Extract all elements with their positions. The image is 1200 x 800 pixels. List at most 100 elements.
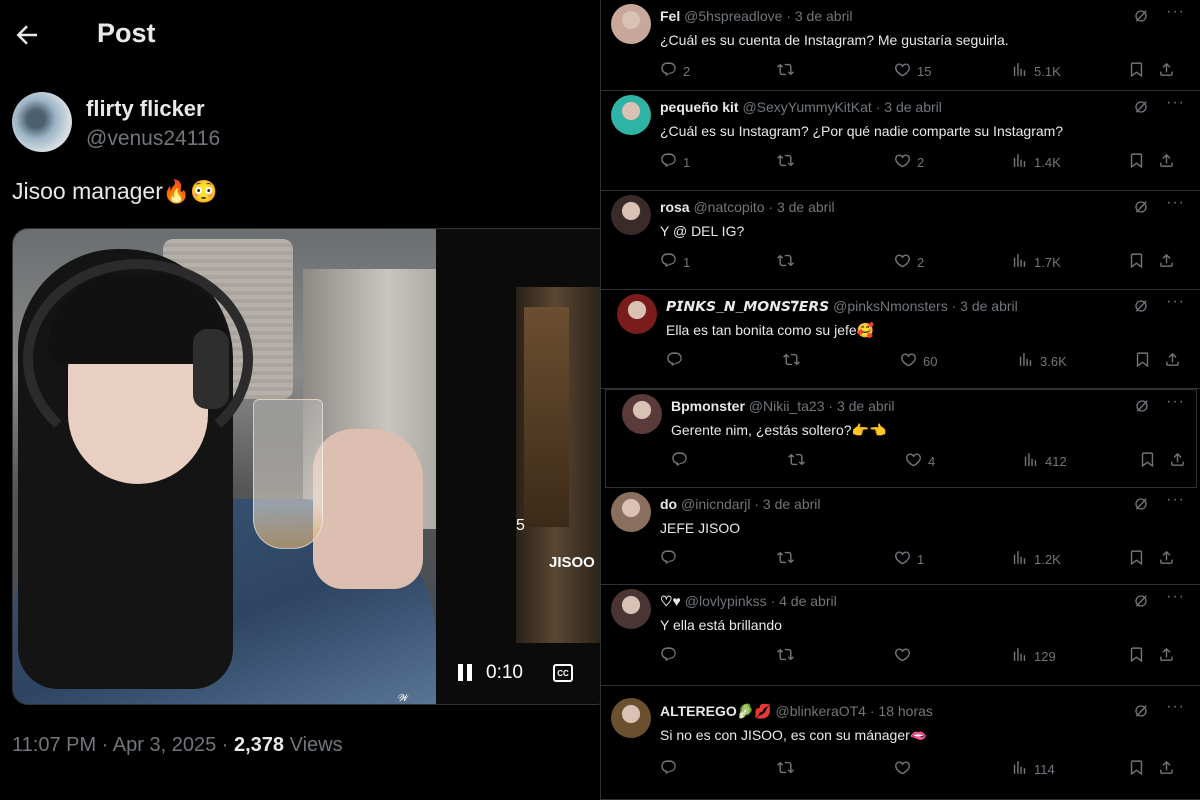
- like-button[interactable]: 2: [894, 152, 924, 172]
- more-icon[interactable]: ···: [1166, 393, 1185, 411]
- repost-button[interactable]: [777, 61, 800, 81]
- views-button[interactable]: 114: [1011, 759, 1055, 779]
- share-button[interactable]: [1158, 152, 1175, 172]
- reply-author-handle[interactable]: @5hspreadlove: [684, 8, 782, 24]
- bookmark-button[interactable]: [1128, 759, 1145, 779]
- reply-button[interactable]: 1: [660, 252, 690, 272]
- reply-button[interactable]: [666, 351, 689, 371]
- reply-avatar[interactable]: [611, 589, 651, 629]
- reply-item[interactable]: 𝙋𝙄𝙉𝙆𝙎_𝙉_𝙈𝙊𝙉𝙎𝟕𝙀𝙍𝙎 @pinksNmonsters · 3 de …: [601, 290, 1200, 389]
- reply-author-name[interactable]: ALTEREGO🥬💋: [660, 703, 772, 719]
- like-button[interactable]: 1: [894, 549, 924, 569]
- reply-button[interactable]: 1: [660, 152, 690, 172]
- reply-date[interactable]: 3 de abril: [795, 8, 853, 24]
- reply-date[interactable]: 3 de abril: [777, 199, 835, 215]
- reply-avatar[interactable]: [611, 4, 651, 44]
- grok-icon[interactable]: [1133, 496, 1149, 512]
- share-button[interactable]: [1169, 451, 1186, 471]
- reply-item[interactable]: ALTEREGO🥬💋 @blinkeraOT4 · 18 horas ··· S…: [601, 686, 1200, 800]
- grok-icon[interactable]: [1133, 8, 1149, 24]
- repost-button[interactable]: [783, 351, 806, 371]
- video-preview[interactable]: 5 JISOO: [516, 287, 600, 643]
- grok-icon[interactable]: [1134, 398, 1150, 414]
- more-icon[interactable]: ···: [1166, 491, 1185, 509]
- reply-avatar[interactable]: [611, 195, 651, 235]
- views-button[interactable]: 5.1K: [1011, 61, 1061, 81]
- like-button[interactable]: [894, 759, 917, 779]
- reply-author-handle[interactable]: @lovlypinkss: [685, 593, 767, 609]
- like-button[interactable]: 2: [894, 252, 924, 272]
- reply-author-handle[interactable]: @inicndarjl: [681, 496, 750, 512]
- reply-date[interactable]: 4 de abril: [779, 593, 837, 609]
- reply-button[interactable]: [660, 549, 683, 569]
- pause-icon[interactable]: [458, 664, 474, 682]
- reply-button[interactable]: [660, 759, 683, 779]
- bookmark-button[interactable]: [1128, 61, 1145, 81]
- bookmark-button[interactable]: [1128, 646, 1145, 666]
- bookmark-button[interactable]: [1128, 252, 1145, 272]
- reply-button[interactable]: [660, 646, 683, 666]
- reply-date[interactable]: 3 de abril: [960, 298, 1018, 314]
- like-button[interactable]: 15: [894, 61, 931, 81]
- share-button[interactable]: [1158, 61, 1175, 81]
- repost-button[interactable]: [777, 252, 800, 272]
- reply-author-name[interactable]: Fel: [660, 8, 680, 24]
- share-button[interactable]: [1158, 252, 1175, 272]
- reply-author-name[interactable]: Bpmonster: [671, 398, 745, 414]
- views-button[interactable]: 1.4K: [1011, 152, 1061, 172]
- reply-author-handle[interactable]: @SexyYummyKitKat: [742, 99, 871, 115]
- views-button[interactable]: 1.7K: [1011, 252, 1061, 272]
- more-icon[interactable]: ···: [1166, 588, 1185, 606]
- reply-avatar[interactable]: [622, 394, 662, 434]
- more-icon[interactable]: ···: [1166, 94, 1185, 112]
- views-button[interactable]: 129: [1011, 646, 1056, 666]
- photo[interactable]: 𝓦: [13, 229, 436, 704]
- reply-author-name[interactable]: ♡♥: [660, 593, 681, 609]
- repost-button[interactable]: [777, 152, 800, 172]
- views-button[interactable]: 1.2K: [1011, 549, 1061, 569]
- repost-button[interactable]: [777, 759, 800, 779]
- author-handle[interactable]: @venus24116: [86, 127, 220, 151]
- more-icon[interactable]: ···: [1166, 293, 1185, 311]
- reply-date[interactable]: 18 horas: [878, 703, 932, 719]
- grok-icon[interactable]: [1133, 593, 1149, 609]
- reply-avatar[interactable]: [611, 492, 651, 532]
- repost-button[interactable]: [777, 646, 800, 666]
- reply-author-handle[interactable]: @natcopito: [693, 199, 764, 215]
- bookmark-button[interactable]: [1134, 351, 1151, 371]
- reply-avatar[interactable]: [611, 95, 651, 135]
- views-button[interactable]: 412: [1022, 451, 1067, 471]
- views-button[interactable]: 3.6K: [1017, 351, 1067, 371]
- reply-button[interactable]: [671, 451, 694, 471]
- bookmark-button[interactable]: [1128, 152, 1145, 172]
- reply-date[interactable]: 3 de abril: [837, 398, 895, 414]
- reply-author-handle[interactable]: @Nikii_ta23: [749, 398, 825, 414]
- grok-icon[interactable]: [1133, 703, 1149, 719]
- more-icon[interactable]: ···: [1166, 194, 1185, 212]
- reply-author-name[interactable]: pequeño kit: [660, 99, 739, 115]
- share-button[interactable]: [1158, 759, 1175, 779]
- reply-avatar[interactable]: [611, 698, 651, 738]
- repost-button[interactable]: [777, 549, 800, 569]
- author-name[interactable]: flirty flicker: [86, 96, 205, 122]
- like-button[interactable]: 4: [905, 451, 935, 471]
- grok-icon[interactable]: [1133, 298, 1149, 314]
- share-button[interactable]: [1164, 351, 1181, 371]
- reply-author-name[interactable]: do: [660, 496, 677, 512]
- reply-date[interactable]: 3 de abril: [763, 496, 821, 512]
- like-button[interactable]: [894, 646, 917, 666]
- bookmark-button[interactable]: [1139, 451, 1156, 471]
- reply-author-handle[interactable]: @pinksNmonsters: [833, 298, 948, 314]
- reply-author-name[interactable]: rosa: [660, 199, 690, 215]
- reply-date[interactable]: 3 de abril: [884, 99, 942, 115]
- more-icon[interactable]: ···: [1166, 698, 1185, 716]
- repost-button[interactable]: [788, 451, 811, 471]
- reply-item[interactable]: rosa @natcopito · 3 de abril ··· Y @ DEL…: [601, 191, 1200, 290]
- post-media[interactable]: 𝓦 5 JISOO: [12, 228, 600, 705]
- reply-item[interactable]: do @inicndarjl · 3 de abril ··· JEFE JIS…: [601, 488, 1200, 585]
- bookmark-button[interactable]: [1128, 549, 1145, 569]
- like-button[interactable]: 60: [900, 351, 937, 371]
- grok-icon[interactable]: [1133, 199, 1149, 215]
- reply-avatar[interactable]: [617, 294, 657, 334]
- grok-icon[interactable]: [1133, 99, 1149, 115]
